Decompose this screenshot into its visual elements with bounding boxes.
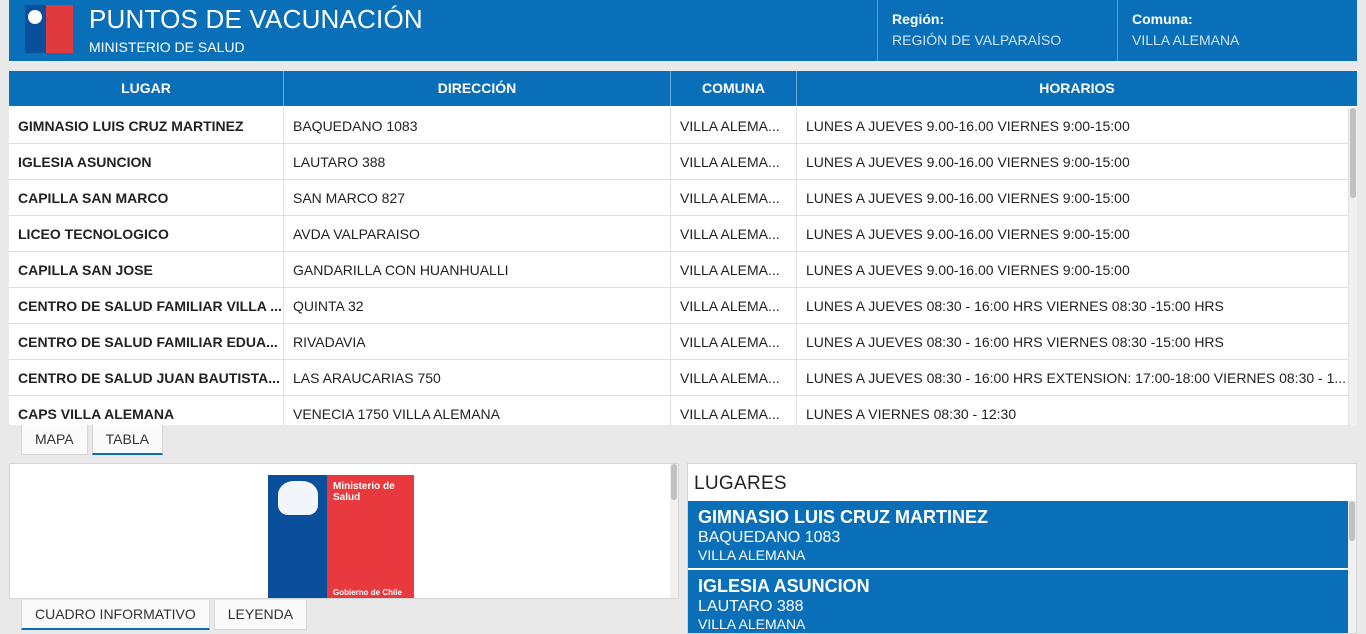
- lugar-name: GIMNASIO LUIS CRUZ MARTINEZ: [698, 507, 988, 527]
- tab-leyenda[interactable]: LEYENDA: [213, 600, 308, 630]
- lugar-name: IGLESIA ASUNCION: [698, 576, 870, 596]
- lugar-address: LAUTARO 388: [698, 598, 804, 615]
- cell-direccion: AVDA VALPARAISO: [284, 216, 671, 252]
- view-tabs: MAPA TABLA: [21, 425, 163, 455]
- table-row[interactable]: CAPILLA SAN MARCO SAN MARCO 827 VILLA AL…: [9, 180, 1357, 216]
- vaccination-table: LUGAR DIRECCIÓN COMUNA HORARIOS GIMNASIO…: [9, 71, 1357, 425]
- lugares-panel: LUGARES GIMNASIO LUIS CRUZ MARTINEZ BAQU…: [687, 463, 1357, 634]
- comuna-label: Comuna:: [1132, 11, 1193, 27]
- table-row[interactable]: LICEO TECNOLOGICO AVDA VALPARAISO VILLA …: [9, 216, 1357, 252]
- cell-horarios: LUNES A JUEVES 08:30 - 16:00 HRS VIERNES…: [797, 324, 1349, 360]
- cell-lugar: CAPILLA SAN MARCO: [9, 180, 284, 216]
- cell-lugar: CENTRO DE SALUD FAMILIAR EDUA...: [9, 324, 284, 360]
- tab-mapa[interactable]: MAPA: [21, 425, 88, 455]
- lugar-comuna: VILLA ALEMANA: [698, 616, 806, 632]
- scrollbar-thumb[interactable]: [1350, 108, 1356, 198]
- cell-lugar: GIMNASIO LUIS CRUZ MARTINEZ: [9, 108, 284, 144]
- lugar-comuna: VILLA ALEMANA: [698, 547, 806, 563]
- cell-lugar: CENTRO DE SALUD FAMILIAR VILLA ...: [9, 288, 284, 324]
- cell-lugar: CENTRO DE SALUD JUAN BAUTISTA...: [9, 360, 284, 396]
- cell-comuna: VILLA ALEMA...: [671, 360, 797, 396]
- comuna-selector[interactable]: Comuna: VILLA ALEMANA: [1117, 0, 1357, 61]
- lugares-scrollbar[interactable]: [1348, 501, 1356, 633]
- panel-tabs: CUADRO INFORMATIVO LEYENDA: [21, 600, 308, 630]
- column-header-horarios[interactable]: HORARIOS: [797, 71, 1357, 106]
- page-subtitle: MINISTERIO DE SALUD: [89, 39, 245, 55]
- comuna-value: VILLA ALEMANA: [1132, 32, 1240, 48]
- table-scrollbar[interactable]: [1349, 108, 1357, 425]
- cell-horarios: LUNES A JUEVES 08:30 - 16:00 HRS EXTENSI…: [797, 360, 1349, 396]
- cell-direccion: GANDARILLA CON HUANHUALLI: [284, 252, 671, 288]
- region-label: Región:: [892, 11, 945, 27]
- cell-horarios: LUNES A JUEVES 9.00-16.00 VIERNES 9:00-1…: [797, 216, 1349, 252]
- page-title: PUNTOS DE VACUNACIÓN: [89, 4, 423, 34]
- region-value: REGIÓN DE VALPARAÍSO: [892, 32, 1062, 48]
- cell-horarios: LUNES A JUEVES 9.00-16.00 VIERNES 9:00-1…: [797, 252, 1349, 288]
- cell-comuna: VILLA ALEMA...: [671, 396, 797, 425]
- cell-comuna: VILLA ALEMA...: [671, 108, 797, 144]
- minsal-logo: Ministerio de Salud Gobierno de Chile: [268, 475, 414, 598]
- tab-tabla[interactable]: TABLA: [91, 425, 163, 455]
- lugar-card[interactable]: IGLESIA ASUNCION LAUTARO 388 VILLA ALEMA…: [688, 570, 1350, 633]
- cell-direccion: SAN MARCO 827: [284, 180, 671, 216]
- cell-comuna: VILLA ALEMA...: [671, 144, 797, 180]
- logo-footer: Gobierno de Chile: [333, 588, 402, 597]
- cell-direccion: RIVADAVIA: [284, 324, 671, 360]
- table-body: GIMNASIO LUIS CRUZ MARTINEZ BAQUEDANO 10…: [9, 108, 1357, 425]
- ministry-logo: [25, 5, 73, 53]
- cell-comuna: VILLA ALEMA...: [671, 288, 797, 324]
- coat-of-arms-icon: [278, 481, 318, 515]
- table-header: LUGAR DIRECCIÓN COMUNA HORARIOS: [9, 71, 1357, 106]
- lugar-card[interactable]: GIMNASIO LUIS CRUZ MARTINEZ BAQUEDANO 10…: [688, 501, 1350, 568]
- cell-lugar: CAPS VILLA ALEMANA: [9, 396, 284, 425]
- cell-horarios: LUNES A JUEVES 08:30 - 16:00 HRS VIERNES…: [797, 288, 1349, 324]
- cell-direccion: LAUTARO 388: [284, 144, 671, 180]
- cell-comuna: VILLA ALEMA...: [671, 324, 797, 360]
- column-header-direccion[interactable]: DIRECCIÓN: [284, 71, 671, 106]
- cell-lugar: LICEO TECNOLOGICO: [9, 216, 284, 252]
- logo-text: Ministerio de Salud: [333, 481, 395, 503]
- cell-direccion: VENECIA 1750 VILLA ALEMANA: [284, 396, 671, 425]
- scrollbar-thumb[interactable]: [671, 464, 677, 500]
- info-panel: Ministerio de Salud Gobierno de Chile: [9, 463, 679, 599]
- scrollbar-thumb[interactable]: [1349, 501, 1355, 541]
- region-selector[interactable]: Región: REGIÓN DE VALPARAÍSO: [877, 0, 1117, 61]
- cell-lugar: IGLESIA ASUNCION: [9, 144, 284, 180]
- lugar-address: BAQUEDANO 1083: [698, 529, 841, 546]
- cell-direccion: QUINTA 32: [284, 288, 671, 324]
- cell-direccion: BAQUEDANO 1083: [284, 108, 671, 144]
- star-icon: [28, 10, 42, 24]
- table-row[interactable]: CENTRO DE SALUD FAMILIAR EDUA... RIVADAV…: [9, 324, 1357, 360]
- cell-horarios: LUNES A VIERNES 08:30 - 12:30: [797, 396, 1349, 425]
- table-row[interactable]: CAPILLA SAN JOSE GANDARILLA CON HUANHUAL…: [9, 252, 1357, 288]
- cell-lugar: CAPILLA SAN JOSE: [9, 252, 284, 288]
- cell-comuna: VILLA ALEMA...: [671, 180, 797, 216]
- column-header-lugar[interactable]: LUGAR: [9, 71, 284, 106]
- tab-cuadro-informativo[interactable]: CUADRO INFORMATIVO: [21, 600, 210, 630]
- table-row[interactable]: CENTRO DE SALUD JUAN BAUTISTA... LAS ARA…: [9, 360, 1357, 396]
- lugares-heading: LUGARES: [694, 473, 787, 494]
- app-header: PUNTOS DE VACUNACIÓN MINISTERIO DE SALUD…: [9, 0, 1357, 61]
- info-scrollbar[interactable]: [670, 464, 678, 598]
- table-row[interactable]: GIMNASIO LUIS CRUZ MARTINEZ BAQUEDANO 10…: [9, 108, 1357, 144]
- table-row[interactable]: CENTRO DE SALUD FAMILIAR VILLA ... QUINT…: [9, 288, 1357, 324]
- column-header-comuna[interactable]: COMUNA: [671, 71, 797, 106]
- cell-comuna: VILLA ALEMA...: [671, 216, 797, 252]
- table-row[interactable]: IGLESIA ASUNCION LAUTARO 388 VILLA ALEMA…: [9, 144, 1357, 180]
- cell-horarios: LUNES A JUEVES 9.00-16.00 VIERNES 9:00-1…: [797, 144, 1349, 180]
- cell-horarios: LUNES A JUEVES 9.00-16.00 VIERNES 9:00-1…: [797, 180, 1349, 216]
- table-row[interactable]: CAPS VILLA ALEMANA VENECIA 1750 VILLA AL…: [9, 396, 1357, 425]
- cell-comuna: VILLA ALEMA...: [671, 252, 797, 288]
- cell-horarios: LUNES A JUEVES 9.00-16.00 VIERNES 9:00-1…: [797, 108, 1349, 144]
- cell-direccion: LAS ARAUCARIAS 750: [284, 360, 671, 396]
